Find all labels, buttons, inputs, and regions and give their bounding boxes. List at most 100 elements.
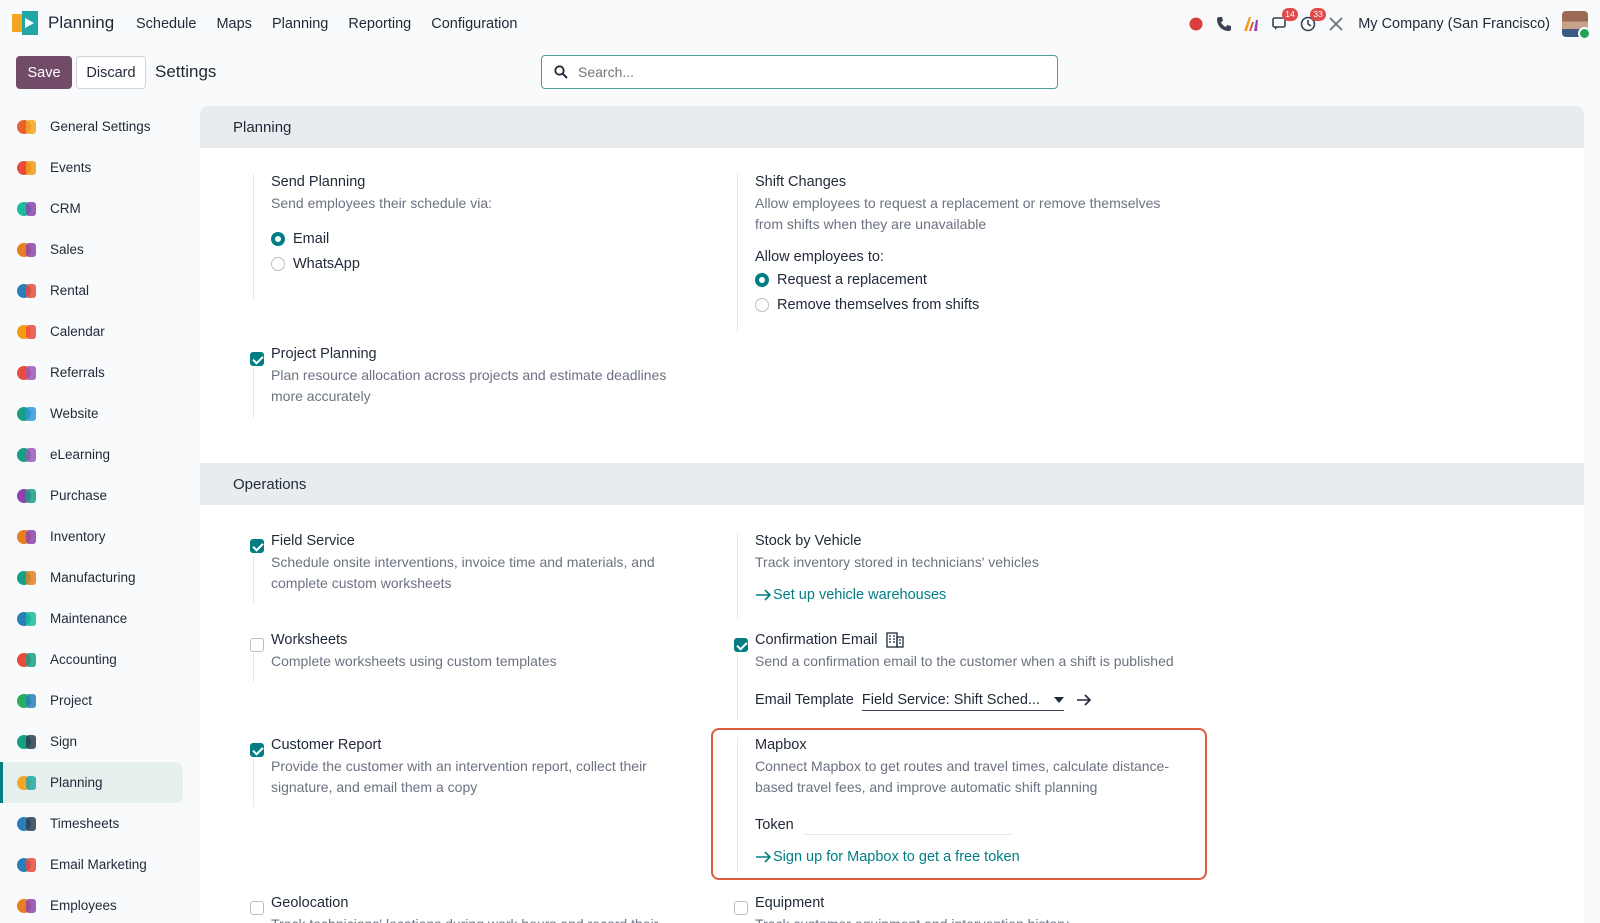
sidebar-item-project[interactable]: Project bbox=[0, 680, 186, 721]
geolocation-title[interactable]: Geolocation bbox=[271, 895, 698, 911]
search-input[interactable] bbox=[578, 64, 1038, 80]
sidebar-item-events[interactable]: Events bbox=[0, 147, 186, 188]
email-template-value: Field Service: Shift Sched... bbox=[861, 691, 1040, 708]
sidebar-item-general-settings[interactable]: General Settings bbox=[0, 106, 186, 147]
project-planning-title[interactable]: Project Planning bbox=[271, 346, 688, 362]
company-switcher[interactable]: My Company (San Francisco) bbox=[1358, 16, 1550, 32]
sidebar-item-label: Website bbox=[50, 406, 99, 421]
referrals-icon bbox=[16, 362, 38, 384]
sidebar-item-label: Inventory bbox=[50, 529, 106, 544]
send-planning-desc: Send employees their schedule via: bbox=[271, 195, 493, 211]
radio-remove-themselves-label: Remove themselves from shifts bbox=[777, 296, 980, 313]
sidebar-item-label: Sales bbox=[50, 242, 84, 257]
sidebar-item-maintenance[interactable]: Maintenance bbox=[0, 598, 186, 639]
sidebar-item-referrals[interactable]: Referrals bbox=[0, 352, 186, 393]
sidebar-item-label: Manufacturing bbox=[50, 570, 136, 585]
tools-icon[interactable] bbox=[1322, 11, 1350, 37]
sidebar-item-label: eLearning bbox=[50, 447, 111, 462]
sales-icon bbox=[16, 239, 38, 261]
sidebar-item-label: Calendar bbox=[50, 324, 105, 339]
menu-configuration[interactable]: Configuration bbox=[431, 16, 517, 32]
equipment-title[interactable]: Equipment bbox=[755, 895, 1182, 911]
phone-icon[interactable] bbox=[1210, 11, 1238, 37]
setting-field-service: Field Service Schedule onsite interventi… bbox=[253, 533, 698, 603]
sidebar-item-sign[interactable]: Sign bbox=[0, 721, 186, 762]
worksheets-desc: Complete worksheets using custom templat… bbox=[271, 653, 557, 669]
user-avatar[interactable] bbox=[1562, 11, 1591, 40]
sidebar-item-label: Rental bbox=[50, 283, 90, 298]
sidebar-item-manufacturing[interactable]: Manufacturing bbox=[0, 557, 186, 598]
vehicle-warehouses-link[interactable]: Set up vehicle warehouses bbox=[755, 587, 1172, 603]
sidebar-item-label: Accounting bbox=[50, 652, 117, 667]
stock-by-vehicle-desc: Track inventory stored in technicians' v… bbox=[755, 554, 1039, 570]
internal-link-arrow-icon[interactable] bbox=[1076, 694, 1092, 706]
sidebar-item-elearning[interactable]: eLearning bbox=[0, 434, 186, 475]
menu-reporting[interactable]: Reporting bbox=[348, 16, 411, 32]
sidebar-item-label: Planning bbox=[50, 775, 103, 790]
chat-icon[interactable]: 14 bbox=[1266, 8, 1298, 37]
discard-button[interactable]: Discard bbox=[76, 56, 146, 89]
sidebar-item-label: Events bbox=[50, 160, 92, 175]
events-icon bbox=[16, 157, 38, 179]
setting-worksheets: Worksheets Complete worksheets using cus… bbox=[253, 632, 698, 682]
elearning-icon bbox=[16, 444, 38, 466]
inventory-icon bbox=[16, 526, 38, 548]
sidebar-item-label: Email Marketing bbox=[50, 857, 147, 872]
radio-whatsapp-label: WhatsApp bbox=[293, 255, 360, 272]
setting-equipment: Equipment Track customer equipment and i… bbox=[742, 895, 1182, 923]
sidebar-item-employees[interactable]: Employees bbox=[0, 885, 186, 923]
sidebar-item-label: General Settings bbox=[50, 119, 151, 134]
radio-email[interactable]: Email bbox=[271, 226, 698, 251]
radio-remove-themselves[interactable]: Remove themselves from shifts bbox=[755, 292, 1172, 317]
ai-icon[interactable] bbox=[1238, 11, 1266, 37]
record-icon[interactable] bbox=[1182, 11, 1210, 37]
sidebar-item-label: Timesheets bbox=[50, 816, 120, 831]
sign-icon bbox=[16, 731, 38, 753]
radio-remove-themselves-input[interactable] bbox=[755, 297, 769, 312]
worksheets-title[interactable]: Worksheets bbox=[271, 632, 688, 648]
sidebar-item-crm[interactable]: CRM bbox=[0, 188, 186, 229]
crm-icon bbox=[16, 198, 38, 220]
geolocation-desc: Track technicians' locations during work… bbox=[271, 914, 698, 923]
sidebar-item-sales[interactable]: Sales bbox=[0, 229, 186, 270]
setting-geolocation: Geolocation Track technicians' locations… bbox=[258, 895, 698, 923]
radio-whatsapp[interactable]: WhatsApp bbox=[271, 251, 698, 276]
mapbox-highlight-frame bbox=[711, 728, 1207, 880]
shift-changes-title: Shift Changes bbox=[755, 174, 847, 190]
radio-whatsapp-input[interactable] bbox=[271, 256, 285, 271]
search-box[interactable] bbox=[541, 55, 1058, 89]
sidebar-item-planning[interactable]: Planning bbox=[0, 762, 183, 803]
planning-app-icon[interactable] bbox=[12, 11, 40, 35]
save-button[interactable]: Save bbox=[16, 56, 72, 89]
menu-maps[interactable]: Maps bbox=[216, 16, 251, 32]
radio-request-replacement[interactable]: Request a replacement bbox=[755, 267, 1172, 292]
sidebar-item-website[interactable]: Website bbox=[0, 393, 186, 434]
sidebar-item-rental[interactable]: Rental bbox=[0, 270, 186, 311]
field-service-title[interactable]: Field Service bbox=[271, 533, 688, 549]
sidebar-item-timesheets[interactable]: Timesheets bbox=[0, 803, 186, 844]
app-name[interactable]: Planning bbox=[48, 13, 114, 33]
confirmation-email-title[interactable]: Confirmation Email bbox=[755, 632, 1202, 648]
send-planning-title: Send Planning bbox=[271, 174, 366, 190]
email-template-select[interactable]: Field Service: Shift Sched... bbox=[861, 689, 1064, 711]
menu-planning[interactable]: Planning bbox=[272, 16, 328, 32]
setting-stock-by-vehicle: Stock by Vehicle Track inventory stored … bbox=[737, 533, 1182, 619]
sidebar-item-label: Referrals bbox=[50, 365, 105, 380]
activity-clock-icon[interactable]: 33 bbox=[1294, 8, 1326, 37]
sidebar-item-label: CRM bbox=[50, 201, 81, 216]
sidebar-item-label: Sign bbox=[50, 734, 78, 749]
sidebar-item-accounting[interactable]: Accounting bbox=[0, 639, 186, 680]
sidebar-item-purchase[interactable]: Purchase bbox=[0, 475, 186, 516]
menu-schedule[interactable]: Schedule bbox=[136, 16, 196, 32]
radio-request-replacement-input[interactable] bbox=[755, 272, 769, 287]
sidebar-item-calendar[interactable]: Calendar bbox=[0, 311, 186, 352]
sidebar-item-inventory[interactable]: Inventory bbox=[0, 516, 186, 557]
website-icon bbox=[16, 403, 38, 425]
customer-report-title[interactable]: Customer Report bbox=[271, 737, 688, 753]
customer-report-desc: Provide the customer with an interventio… bbox=[271, 758, 647, 795]
stock-by-vehicle-title: Stock by Vehicle bbox=[755, 533, 862, 549]
sidebar-item-email-marketing[interactable]: Email Marketing bbox=[0, 844, 186, 885]
section-planning-header: Planning bbox=[200, 106, 1584, 148]
search-icon bbox=[554, 65, 568, 79]
radio-email-input[interactable] bbox=[271, 231, 285, 246]
